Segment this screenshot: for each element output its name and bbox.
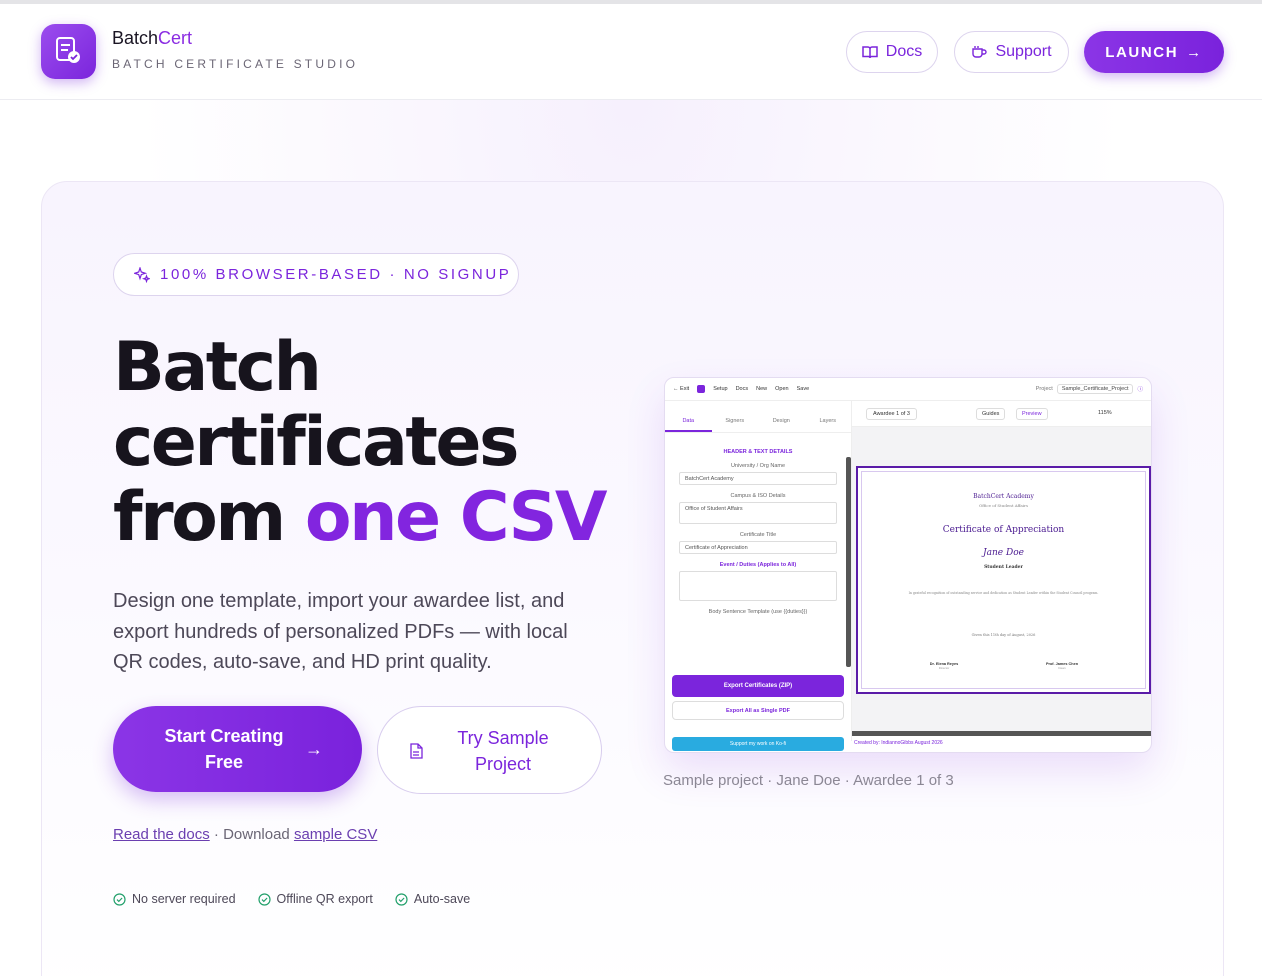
mock-toolbar: Awardee 1 of 3 Guides Preview 115% xyxy=(852,401,1151,427)
brand-subtitle: BATCH CERTIFICATE STUDIO xyxy=(112,57,359,71)
cert-org: BatchCert Academy xyxy=(973,493,1034,500)
mock-canvas: Awardee 1 of 3 Guides Preview 115% Batch… xyxy=(852,401,1151,731)
browser-based-badge: 100% BROWSER-BASED · NO SIGNUP xyxy=(113,253,519,296)
mock-export-zip: Export Certificates (ZIP) xyxy=(672,675,844,697)
mock-footer: Created by: IndiannoGibbs August 2026 xyxy=(854,740,943,746)
mock-section-title: HEADER & TEXT DETAILS xyxy=(723,449,793,455)
mock-guides: Guides xyxy=(976,408,1006,420)
mock-input: BatchCert Academy xyxy=(679,472,837,485)
mock-sidebar: Data Signers Design Layers HEADER & TEXT… xyxy=(665,401,852,751)
badge-text: 100% BROWSER-BASED · NO SIGNUP xyxy=(160,266,512,283)
try-sample-button[interactable]: Try Sample Project xyxy=(377,706,602,794)
start-creating-button[interactable]: Start Creating Free → xyxy=(113,706,362,792)
support-button[interactable]: Support xyxy=(954,31,1069,73)
mock-tab-data: Data xyxy=(665,401,712,432)
support-label: Support xyxy=(995,43,1052,60)
mock-label: Body Sentence Template (use {{duties}}) xyxy=(708,609,808,615)
mock-tabs: Data Signers Design Layers xyxy=(665,401,851,433)
hero-title: Batch certificates from one CSV xyxy=(113,330,633,555)
mock-topbar: ← Exit Setup Docs New Open Save Project S… xyxy=(665,378,1151,401)
mock-project: Project Sample_Certificate_Project ⓘ xyxy=(1035,384,1143,394)
mock-tab-design: Design xyxy=(772,418,790,424)
mock-setup: Setup xyxy=(713,386,728,392)
feature-item: Auto-save xyxy=(395,892,470,906)
cert-signer-1: Dr. Elena Reyes Director xyxy=(929,662,959,670)
mock-horizontal-scrollbar xyxy=(852,731,1151,736)
start-creating-label: Start Creating Free xyxy=(164,726,284,772)
mock-label: University / Org Name xyxy=(730,463,786,469)
certificate-preview: BatchCert Academy Office of Student Affa… xyxy=(856,466,1151,694)
book-icon xyxy=(862,46,878,59)
try-sample-label: Try Sample Project xyxy=(457,728,549,774)
check-circle-icon xyxy=(257,892,271,906)
mock-exit: ← Exit xyxy=(673,386,690,392)
hero-description: Design one template, import your awardee… xyxy=(113,590,568,673)
mock-open: Open xyxy=(775,386,789,392)
cert-office: Office of Student Affairs xyxy=(978,503,1029,508)
mock-new: New xyxy=(756,386,768,392)
mock-zoom: 115% xyxy=(1098,410,1112,416)
cert-title: Certificate of Appreciation xyxy=(942,525,1065,535)
preview-caption: Sample project · Jane Doe · Awardee 1 of… xyxy=(663,772,954,789)
launch-button[interactable]: LAUNCH → xyxy=(1084,31,1224,73)
certificate-logo-icon xyxy=(56,37,80,63)
mock-app-icon xyxy=(697,385,706,393)
site-header: BatchCert BATCH CERTIFICATE STUDIO Docs … xyxy=(0,4,1262,100)
docs-button[interactable]: Docs xyxy=(846,31,938,73)
arrow-right-icon: → xyxy=(305,739,323,759)
hero-title-line-1: Batch xyxy=(113,328,322,407)
mock-awardee-select: Awardee 1 of 3 xyxy=(866,408,917,420)
mock-save: Save xyxy=(796,386,810,392)
help-icon: ⓘ xyxy=(1137,387,1143,393)
mock-kofi: Support my work on Ko-fi xyxy=(672,737,844,751)
cert-name: Jane Doe xyxy=(983,548,1024,558)
feature-list: No server required Offline QR export Aut… xyxy=(113,892,470,906)
coffee-icon xyxy=(972,46,988,58)
mock-preview: Preview xyxy=(1016,408,1048,420)
check-circle-icon xyxy=(113,892,126,906)
mock-label: Certificate Title xyxy=(739,532,777,538)
cert-date: Given this 11th day of August, 2026 xyxy=(971,633,1036,637)
cert-signer-2: Prof. James Chen Dean xyxy=(1045,662,1079,670)
logo[interactable] xyxy=(41,24,96,79)
mock-tab-layers: Layers xyxy=(819,418,836,424)
secondary-links: Read the docs · Download sample CSV xyxy=(113,826,377,843)
mock-export-pdf: Export All as Single PDF xyxy=(672,701,844,720)
hero-title-line-2: certificates xyxy=(113,403,519,482)
sparkle-icon xyxy=(134,266,150,283)
links-separator: · Download xyxy=(209,826,294,843)
mock-input xyxy=(679,571,837,601)
mock-input: Office of Student Affairs xyxy=(679,502,837,524)
hero-title-line-3: from one CSV xyxy=(113,478,608,557)
docs-label: Docs xyxy=(885,43,923,60)
mock-scrollbar xyxy=(846,457,851,667)
mock-docs: Docs xyxy=(735,386,749,392)
mock-input: Certificate of Appreciation xyxy=(679,541,837,554)
mock-tab-signers: Signers xyxy=(725,418,745,424)
cert-body: In grateful recognition of outstanding s… xyxy=(908,591,1099,595)
mock-label: Campus & ISO Details xyxy=(730,493,786,499)
arrow-right-icon: → xyxy=(1186,43,1203,61)
launch-label: LAUNCH xyxy=(1105,43,1179,61)
app-preview-screenshot: ← Exit Setup Docs New Open Save Project S… xyxy=(664,377,1152,753)
mock-label: Event / Duties (Applies to All) xyxy=(719,562,797,568)
feature-item: Offline QR export xyxy=(257,892,373,906)
cert-role: Student Leader xyxy=(984,565,1023,570)
sample-csv-link[interactable]: sample CSV xyxy=(294,826,377,843)
feature-item: No server required xyxy=(113,892,236,906)
read-docs-link[interactable]: Read the docs xyxy=(113,826,210,843)
document-icon xyxy=(410,743,423,759)
check-circle-icon xyxy=(395,892,408,906)
brand-name: BatchCert xyxy=(112,28,193,48)
